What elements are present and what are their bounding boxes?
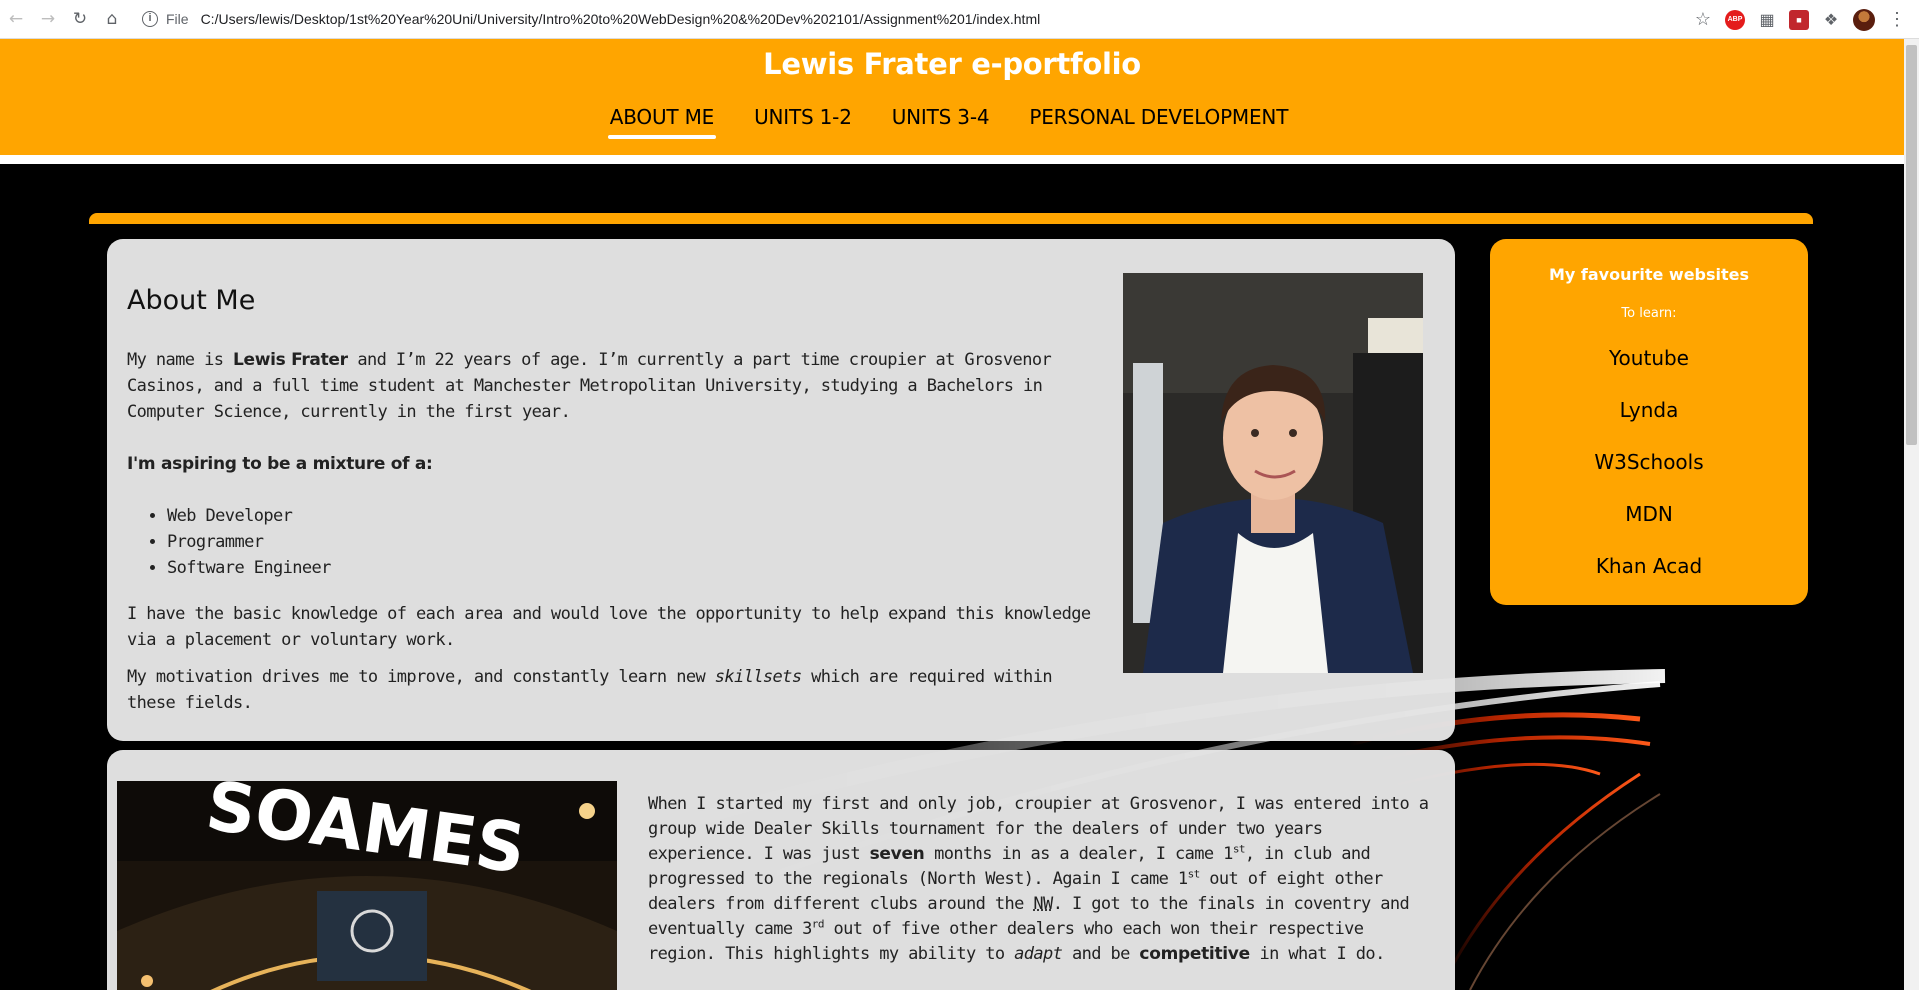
nav-units-1-2[interactable]: UNITS 1-2 xyxy=(754,105,852,135)
about-heading: About Me xyxy=(127,285,256,316)
soames-casino-photo: SOAMES xyxy=(117,781,617,990)
achievements-card: SOAMES When I started my first and only … xyxy=(107,750,1455,990)
link-khan-acad[interactable]: Khan Acad xyxy=(1490,554,1808,606)
roles-list: Web Developer Programmer Software Engine… xyxy=(167,503,1107,581)
browser-toolbar: ← → ↻ ⌂ i File C:/Users/lewis/Desktop/1s… xyxy=(0,0,1919,39)
motivation-text: My motivation drives me to improve, and … xyxy=(127,667,715,687)
nav-about-me[interactable]: ABOUT ME xyxy=(607,105,717,139)
profile-avatar[interactable] xyxy=(1853,8,1875,31)
info-icon[interactable]: i xyxy=(142,11,158,27)
home-icon[interactable]: ⌂ xyxy=(96,0,128,39)
sidebar-title: My favourite websites xyxy=(1548,265,1750,284)
site-title: Lewis Frater e-portfolio xyxy=(763,47,1141,81)
sidebar-subtitle: To learn: xyxy=(1621,306,1677,321)
extensions-puzzle-icon[interactable]: ❖ xyxy=(1821,10,1841,30)
nw-abbreviation[interactable]: NW xyxy=(1033,894,1053,914)
address-bar[interactable]: i File C:/Users/lewis/Desktop/1st%20Year… xyxy=(142,0,1040,39)
link-lynda[interactable]: Lynda xyxy=(1490,398,1808,450)
pdf-extension-icon[interactable]: ■ xyxy=(1789,9,1809,30)
achievements-text: When I started my first and only job, cr… xyxy=(648,792,1438,967)
achievements-text-7: and be xyxy=(1062,944,1140,964)
favourite-websites-sidebar: My favourite websites To learn: Youtube … xyxy=(1490,239,1808,605)
emphasis-seven: seven xyxy=(869,844,925,864)
header-divider xyxy=(0,155,1904,164)
aspire-paragraph: I'm aspiring to be a mixture of a: xyxy=(127,451,1107,477)
author-name: Lewis Frater xyxy=(232,350,348,370)
sidebar-links: Youtube Lynda W3Schools MDN Khan Acad xyxy=(1490,346,1808,606)
url-text[interactable]: C:/Users/lewis/Desktop/1st%20Year%20Uni/… xyxy=(201,11,1041,27)
forward-icon[interactable]: → xyxy=(32,0,64,39)
content-top-bar xyxy=(89,213,1813,224)
scrollbar-thumb[interactable] xyxy=(1906,45,1917,445)
main-nav: ABOUT ME UNITS 1-2 UNITS 3-4 PERSONAL DE… xyxy=(0,105,1904,139)
aspire-text: I'm aspiring to be a mixture of a: xyxy=(127,454,433,474)
page-scrollbar[interactable] xyxy=(1904,39,1919,990)
achievements-text-8: in what I do. xyxy=(1249,944,1385,964)
ordinal-sup: st xyxy=(1187,867,1201,881)
emphasis-competitive: competitive xyxy=(1139,944,1250,964)
file-label: File xyxy=(166,11,189,27)
ordinal-sup: rd xyxy=(811,917,825,931)
reload-icon[interactable]: ↻ xyxy=(64,0,96,39)
browser-extensions: ☆ ABP ▦ ■ ❖ ⋮ xyxy=(1693,0,1919,39)
skillsets-emphasis: skillsets xyxy=(714,667,802,687)
knowledge-paragraph: I have the basic knowledge of each area … xyxy=(127,604,1091,650)
grid-extension-icon[interactable]: ▦ xyxy=(1757,10,1777,30)
list-item: Web Developer xyxy=(167,503,1107,529)
achievements-text-2: months in as a dealer, I came 1 xyxy=(924,844,1233,864)
site-header: Lewis Frater e-portfolio ABOUT ME UNITS … xyxy=(0,39,1904,155)
link-mdn[interactable]: MDN xyxy=(1490,502,1808,554)
motivation-paragraph: My motivation drives me to improve, and … xyxy=(127,664,1107,716)
bookmark-star-icon[interactable]: ☆ xyxy=(1693,9,1713,30)
ordinal-sup: st xyxy=(1232,842,1246,856)
intro-paragraph: My name is Lewis Frater and I’m 22 years… xyxy=(127,347,1107,425)
nav-units-3-4[interactable]: UNITS 3-4 xyxy=(892,105,990,135)
link-youtube[interactable]: Youtube xyxy=(1490,346,1808,398)
nav-personal-development[interactable]: PERSONAL DEVELOPMENT xyxy=(1029,105,1288,135)
kebab-menu-icon[interactable]: ⋮ xyxy=(1887,9,1907,30)
list-item: Software Engineer xyxy=(167,555,1107,581)
intro-text: My name is xyxy=(127,350,233,370)
about-text: My name is Lewis Frater and I’m 22 years… xyxy=(127,347,1107,742)
profile-photo xyxy=(1123,273,1423,673)
about-me-card: About Me My name is Lewis Frater and I’m… xyxy=(107,239,1455,741)
link-w3schools[interactable]: W3Schools xyxy=(1490,450,1808,502)
list-item: Programmer xyxy=(167,529,1107,555)
adblock-plus-icon[interactable]: ABP xyxy=(1725,9,1745,30)
back-icon[interactable]: ← xyxy=(0,0,32,39)
emphasis-adapt: adapt xyxy=(1014,944,1063,964)
